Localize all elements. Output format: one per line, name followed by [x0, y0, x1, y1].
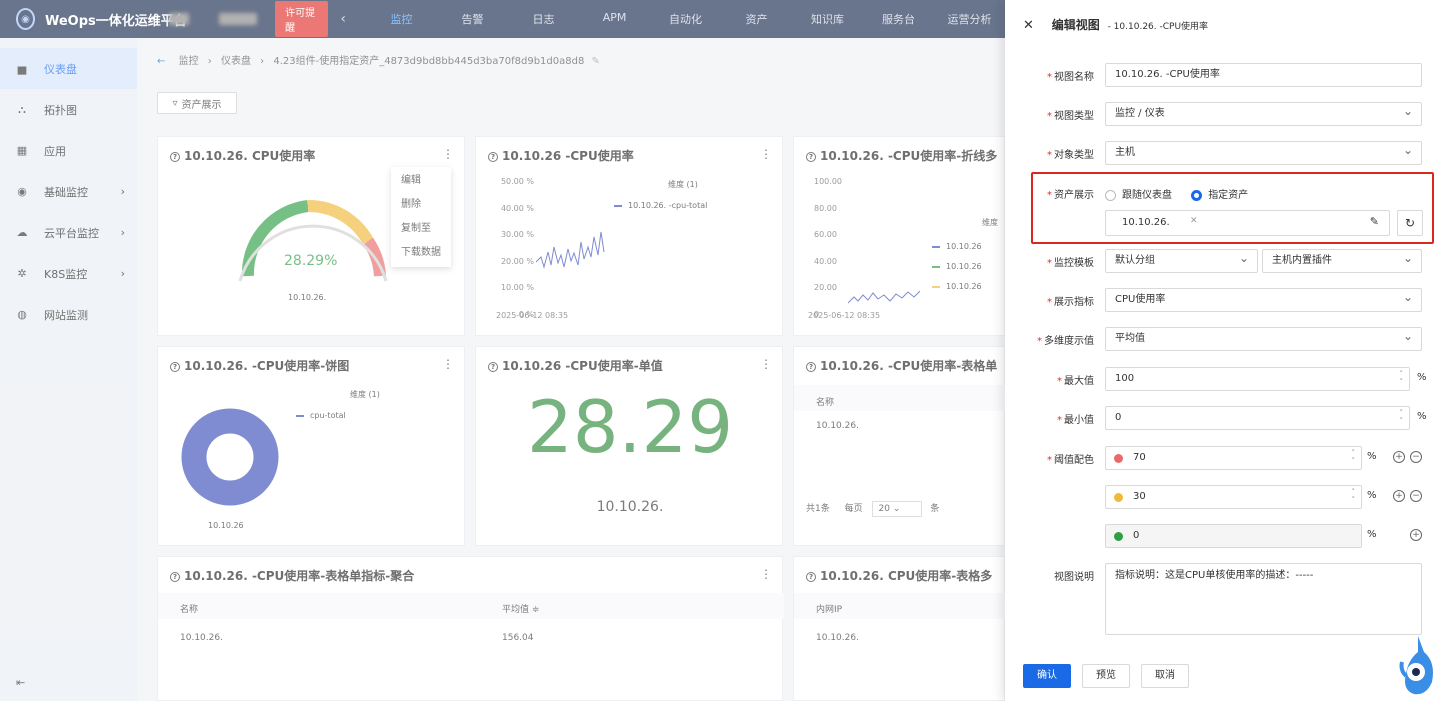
unit-percent: % [1367, 529, 1377, 540]
field-label: * 资产展示 [1047, 190, 1094, 201]
number-stepper-icon: ˄ ˅ [1399, 370, 1404, 386]
threshold-row-1: * 阈值配色 70 ˄ ˅ % + − [1005, 446, 1440, 470]
field-label: * 视图名称 [1047, 72, 1094, 83]
description-row: 视图说明 指标说明：这是CPU单核使用率的描述：----- [1005, 563, 1440, 637]
multi-dimension-row: * 多维度示值 平均值 [1005, 325, 1440, 351]
object-type-select[interactable]: 主机 [1105, 139, 1422, 165]
field-label: * 展示指标 [1047, 297, 1094, 308]
view-type-row: * 视图类型 监控 / 仪表 [1005, 100, 1440, 126]
confirm-button[interactable]: 确认 [1023, 664, 1071, 688]
object-type-row: * 对象类型 主机 [1005, 139, 1440, 165]
asset-display-row: * 资产展示 跟随仪表盘 指定资产 [1005, 181, 1440, 205]
field-label: 视图说明 [1054, 572, 1094, 583]
field-label: * 最小值 [1057, 415, 1094, 426]
metric-row: * 展示指标 CPU使用率 [1005, 286, 1440, 312]
min-value-row: * 最小值 0 ˄ ˅ % [1005, 406, 1440, 430]
refresh-icon[interactable]: ↻ [1397, 210, 1423, 236]
drawer-header: ✕ 编辑视图 - 10.10.26. -CPU使用率 [1023, 16, 1208, 33]
radio-follow-dashboard[interactable]: 跟随仪表盘 [1105, 189, 1172, 201]
min-value-input[interactable]: 0 ˄ ˅ [1105, 406, 1410, 430]
unit-percent: % [1417, 372, 1427, 383]
radio-icon [1105, 189, 1116, 201]
view-type-select[interactable]: 监控 / 仪表 [1105, 100, 1422, 126]
field-label: * 阈值配色 [1047, 455, 1094, 466]
threshold-input-disabled: 0 [1105, 524, 1362, 548]
modal-mask[interactable] [0, 0, 1005, 701]
asset-radio-group: 跟随仪表盘 指定资产 [1105, 186, 1248, 201]
remove-threshold-icon[interactable]: − [1410, 490, 1422, 502]
cancel-button[interactable]: 取消 [1141, 664, 1189, 688]
view-name-input[interactable]: 10.10.26. -CPU使用率 [1105, 63, 1422, 87]
description-textarea[interactable]: 指标说明：这是CPU单核使用率的描述：----- [1105, 563, 1422, 635]
drawer-subtitle: - 10.10.26. -CPU使用率 [1107, 22, 1209, 32]
edit-view-drawer: ✕ 编辑视图 - 10.10.26. -CPU使用率 * 视图名称 10.10.2… [1005, 0, 1440, 701]
asset-selector[interactable]: 10.10.26. ✕ ✎ [1105, 210, 1390, 236]
color-dot-yellow-icon [1114, 493, 1123, 502]
max-value-input[interactable]: 100 ˄ ˅ [1105, 367, 1410, 391]
unit-percent: % [1417, 411, 1427, 422]
threshold-input[interactable]: 30 ˄ ˅ [1105, 485, 1362, 509]
unit-percent: % [1367, 451, 1377, 462]
edit-icon[interactable]: ✎ [1370, 215, 1379, 228]
max-value-row: * 最大值 100 ˄ ˅ % [1005, 367, 1440, 391]
remove-threshold-icon[interactable]: − [1410, 451, 1422, 463]
asset-tag: 10.10.26. [1122, 217, 1170, 228]
add-threshold-icon[interactable]: + [1393, 451, 1405, 463]
field-label: * 最大值 [1057, 376, 1094, 387]
field-label: * 视图类型 [1047, 111, 1094, 122]
threshold-row-2: 30 ˄ ˅ % + − [1005, 485, 1440, 509]
threshold-input[interactable]: 70 ˄ ˅ [1105, 446, 1362, 470]
number-stepper-icon: ˄ ˅ [1399, 409, 1404, 425]
number-stepper-icon: ˄ ˅ [1351, 488, 1356, 504]
metric-select[interactable]: CPU使用率 [1105, 286, 1422, 312]
radio-specify-asset[interactable]: 指定资产 [1191, 189, 1248, 201]
field-label: * 监控模板 [1047, 258, 1094, 269]
preview-button[interactable]: 预览 [1082, 664, 1130, 688]
threshold-row-3: 0 % + [1005, 524, 1440, 548]
template-row: *监控模板 默认分组 主机内置插件 [1005, 247, 1440, 273]
color-dot-green-icon [1114, 532, 1123, 541]
drawer-title: 编辑视图 [1051, 18, 1100, 32]
view-name-row: * 视图名称 10.10.26. -CPU使用率 [1005, 63, 1440, 87]
template-plugin-select[interactable]: 主机内置插件 [1262, 247, 1422, 273]
close-icon[interactable]: ✕ [1023, 18, 1034, 33]
field-label: * 多维度示值 [1037, 336, 1094, 347]
number-stepper-icon: ˄ ˅ [1351, 449, 1356, 465]
add-threshold-icon[interactable]: + [1410, 529, 1422, 541]
color-dot-red-icon [1114, 454, 1123, 463]
field-label: * 对象类型 [1047, 150, 1094, 161]
radio-checked-icon [1191, 189, 1203, 201]
multi-dimension-select[interactable]: 平均值 [1105, 325, 1422, 351]
unit-percent: % [1367, 490, 1377, 501]
remove-tag-icon[interactable]: ✕ [1190, 216, 1198, 226]
add-threshold-icon[interactable]: + [1393, 490, 1405, 502]
assistant-mascot-icon[interactable] [1398, 632, 1438, 698]
template-group-select[interactable]: 默认分组 [1105, 247, 1258, 273]
